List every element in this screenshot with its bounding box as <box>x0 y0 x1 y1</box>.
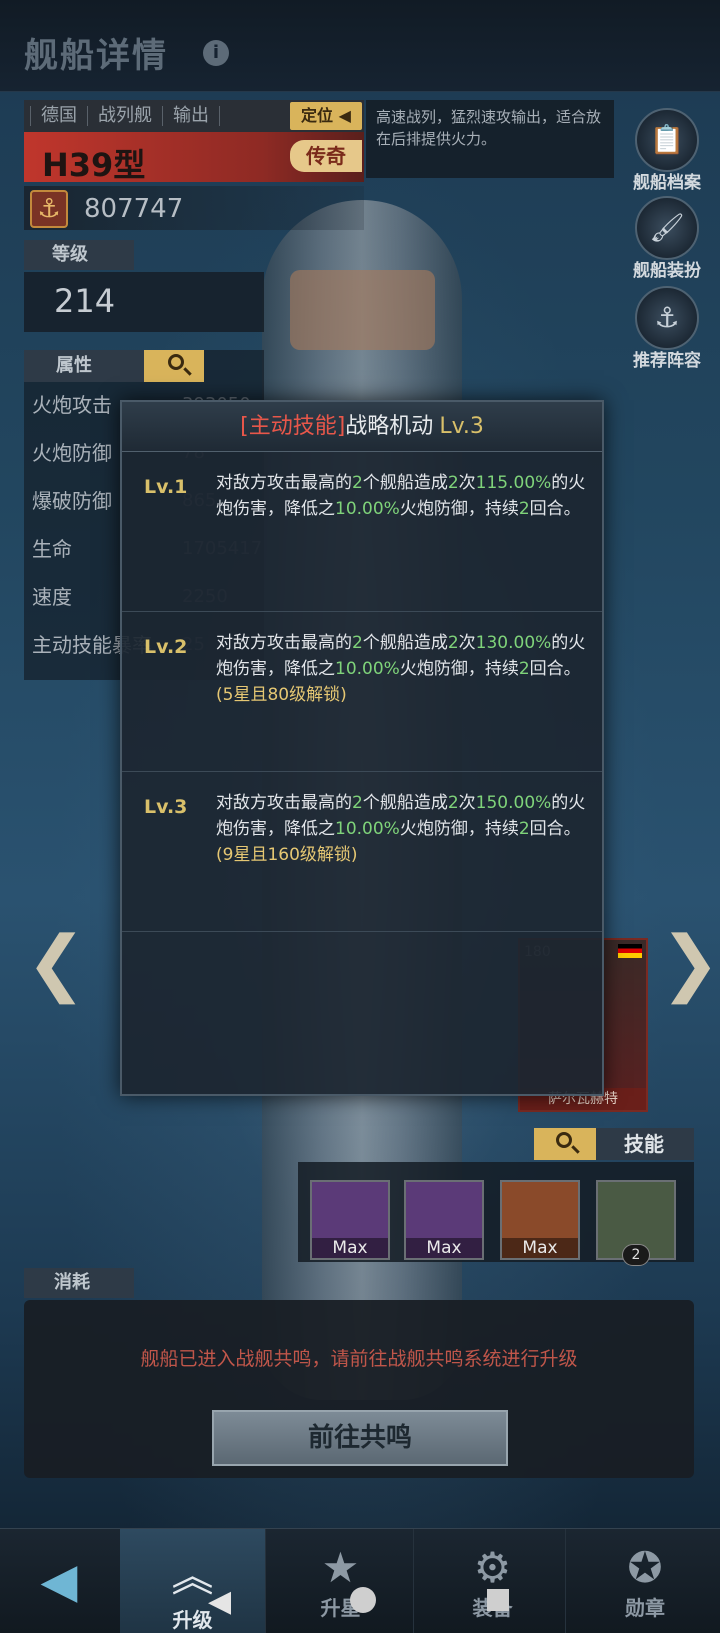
ship-skin-button[interactable]: 🖌 舰船装扮 <box>630 196 704 281</box>
system-back-icon[interactable]: ◀ <box>208 1584 231 1619</box>
ship-archive-label: 舰船档案 <box>633 173 701 193</box>
system-home-icon[interactable] <box>350 1587 376 1613</box>
anchor-icon: ⚓ <box>30 190 68 228</box>
skill-badge: 2 <box>622 1244 650 1266</box>
skill-level-entry: Lv.1 对敌方攻击最高的2个舰船造成2次115.00%的火炮伤害，降低之10.… <box>122 452 602 612</box>
position-description: 高速战列，猛烈速攻输出，适合放在后排提供火力。 <box>366 100 614 178</box>
skill-entry-description: 对敌方攻击最高的2个舰船造成2次150.00%的火炮伤害，降低之10.00%火炮… <box>216 793 586 865</box>
clipboard-icon: 📋 <box>635 108 699 172</box>
skill-entry-description: 对敌方攻击最高的2个舰船造成2次115.00%的火炮伤害，降低之10.00%火炮… <box>216 473 586 519</box>
rarity-badge: 传奇 <box>290 140 362 172</box>
fleet-icon: ⚓ <box>635 286 699 350</box>
level-value-box: 214 <box>24 272 264 332</box>
rank-chevron-icon: ︽ <box>171 1552 214 1601</box>
ship-deck <box>290 270 435 350</box>
recommended-lineup-button[interactable]: ⚓ 推荐阵容 <box>630 286 704 371</box>
skill-icon-shield[interactable]: 2 <box>596 1180 676 1266</box>
skill-detail-modal: [主动技能]战略机动 Lv.3 Lv.1 对敌方攻击最高的2个舰船造成2次115.… <box>120 400 604 1096</box>
tab-star-up[interactable]: ★ 升星 <box>268 1529 414 1633</box>
consume-label: 消耗 <box>24 1268 134 1298</box>
german-flag-icon <box>618 944 642 958</box>
position-button[interactable]: 定位 ◀ <box>290 102 362 130</box>
next-ship-arrow[interactable]: ❯ <box>660 920 720 1004</box>
tab-medal[interactable]: ✪ 勋章 <box>572 1529 718 1633</box>
bottom-nav: ◀ ︽ 升级 ★ 升星 ⚙ 装备 ✪ 勋章 <box>0 1528 720 1633</box>
medal-icon: ✪ <box>627 1543 663 1592</box>
resonance-message: 舰船已进入战舰共鸣，请前往战舰共鸣系统进行升级 <box>140 1348 578 1370</box>
skill-modal-title: [主动技能]战略机动 Lv.3 <box>122 402 602 452</box>
power-value: 807747 <box>84 194 184 224</box>
prev-ship-arrow[interactable]: ❮ <box>26 920 86 1004</box>
go-resonance-button[interactable]: 前往共鸣 <box>212 1410 508 1466</box>
skills-panel: Max Max Max 2 <box>298 1162 694 1266</box>
skill-icon-propeller[interactable]: Max <box>500 1180 580 1260</box>
back-arrow-icon: ◀ <box>40 1553 78 1609</box>
search-icon <box>556 1132 572 1148</box>
attribute-search-button[interactable] <box>144 350 204 382</box>
recommended-lineup-label: 推荐阵容 <box>633 351 701 371</box>
skill-search-button[interactable] <box>534 1128 596 1160</box>
skill-icon-ship[interactable]: Max <box>404 1180 484 1260</box>
gear-icon: ⚙ <box>473 1543 512 1592</box>
attr-name: 火炮防御 <box>32 441 112 465</box>
tag-nation: 德国 <box>30 106 88 126</box>
skill-level-entry: Lv.3 对敌方攻击最高的2个舰船造成2次150.00%的火炮伤害，降低之10.… <box>122 772 602 932</box>
skill-entry-description: 对敌方攻击最高的2个舰船造成2次130.00%的火炮伤害，降低之10.00%火炮… <box>216 633 586 705</box>
skill-badge: Max <box>502 1238 578 1258</box>
level-box: 等级 214 <box>24 240 264 332</box>
brush-icon: 🖌 <box>635 196 699 260</box>
skill-type: [主动技能] <box>240 414 346 439</box>
skill-level-entry: Lv.2 对敌方攻击最高的2个舰船造成2次130.00%的火炮伤害，降低之10.… <box>122 612 602 772</box>
system-recent-icon[interactable] <box>487 1589 509 1611</box>
ship-name: H39型 <box>42 146 146 184</box>
search-icon <box>168 354 184 370</box>
tab-label: 升级 <box>172 1608 213 1632</box>
consume-panel: 舰船已进入战舰共鸣，请前往战舰共鸣系统进行升级 前往共鸣 <box>24 1300 694 1478</box>
tab-equipment[interactable]: ⚙ 装备 <box>420 1529 566 1633</box>
level-value: 214 <box>54 282 116 320</box>
skill-level: Lv.3 <box>439 414 484 439</box>
info-icon[interactable]: i <box>203 40 229 66</box>
level-label: 等级 <box>24 240 134 270</box>
skill-name: 战略机动 <box>345 414 434 439</box>
tab-upgrade[interactable]: ︽ 升级 <box>120 1529 266 1633</box>
attr-name: 速度 <box>32 585 72 609</box>
back-button[interactable]: ◀ <box>0 1529 118 1633</box>
skill-entry-level: Lv.3 <box>144 796 188 818</box>
attr-name: 生命 <box>32 537 72 561</box>
page-title: 舰船详情 <box>24 36 168 76</box>
star-icon: ★ <box>321 1543 360 1592</box>
tab-label: 勋章 <box>625 1596 665 1620</box>
skill-entry-level: Lv.1 <box>144 476 188 498</box>
header-bar: 舰船详情 i <box>0 0 720 92</box>
skill-entry-level: Lv.2 <box>144 636 188 658</box>
skill-badge: Max <box>406 1238 482 1258</box>
ship-skin-label: 舰船装扮 <box>633 261 701 281</box>
ship-archive-button[interactable]: 📋 舰船档案 <box>630 108 704 193</box>
skill-icon-cannon[interactable]: Max <box>310 1180 390 1260</box>
power-row: ⚓ 807747 <box>24 186 364 230</box>
tag-role: 输出 <box>163 106 220 126</box>
tag-class: 战列舰 <box>88 106 163 126</box>
skill-badge: Max <box>312 1238 388 1258</box>
attr-name: 爆破防御 <box>32 489 112 513</box>
attr-name: 火炮攻击 <box>32 393 112 417</box>
